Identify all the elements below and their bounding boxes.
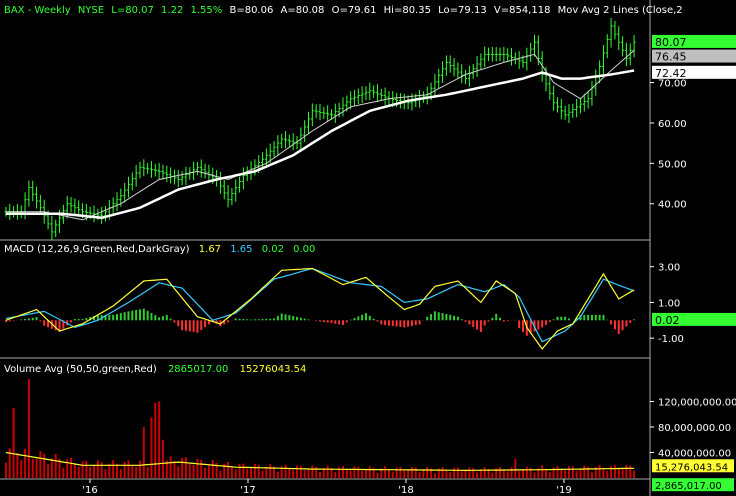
- macd-label: 0.02: [655, 314, 680, 327]
- x-tick-label: '16: [82, 485, 97, 496]
- volume-avg-label: 15,276,043.54: [655, 462, 728, 473]
- exchange: NYSE: [78, 5, 104, 16]
- symbol: BAX: [4, 5, 25, 16]
- fast-moving-average: [5, 49, 635, 221]
- signal-value: 1.65: [230, 244, 252, 255]
- price-tick-label: 70.00: [658, 79, 687, 90]
- volume-avg-value: 15276043.54: [240, 364, 307, 375]
- low: Lo=79.13: [438, 5, 487, 16]
- volume-title: Volume Avg (50,50,green,Red): [4, 364, 157, 375]
- volume-header: Volume Avg (50,50,green,Red) 2865017.00 …: [4, 364, 306, 375]
- open: O=79.61: [332, 5, 377, 16]
- period: Weekly: [35, 5, 71, 16]
- volume-average-line: [5, 451, 635, 472]
- macd-panel[interactable]: 3.00 1.00 -1.00 0.02: [0, 263, 736, 359]
- macd-value: 1.67: [199, 244, 221, 255]
- x-tick-label: '18: [398, 485, 413, 496]
- price-tick-label: 40.00: [658, 200, 687, 211]
- price-label-1: 76.45: [655, 51, 687, 64]
- price-label-2: 72.42: [655, 67, 687, 80]
- price-label-0: 80.07: [655, 36, 687, 49]
- signal-line: [5, 267, 635, 343]
- hist-value: 0.02: [262, 244, 284, 255]
- volume: V=854,118: [494, 5, 551, 16]
- change: 1.22: [161, 5, 183, 16]
- stock-chart[interactable]: 40.00 50.00 60.00 70.00 80.07 76.45 72.42 3.00…: [0, 0, 736, 496]
- macd-tick-label: 1.00: [658, 298, 680, 309]
- high: Hi=80.35: [384, 5, 431, 16]
- price-tick-label: 50.00: [658, 159, 687, 170]
- volume-panel[interactable]: 120,000,000.00 80,000,000.00 40,000,000.00…: [0, 379, 736, 496]
- change-pct: 1.55%: [191, 5, 223, 16]
- macd-tick-label: -1.00: [658, 334, 684, 345]
- ask: A=80.08: [281, 5, 325, 16]
- study-title: Mov Avg 2 Lines (Close,2: [558, 5, 683, 16]
- x-tick-label: '17: [240, 485, 255, 496]
- macd-header: MACD (12,26,9,Green,Red,DarkGray) 1.67 1…: [4, 244, 315, 255]
- price-tick-label: 60.00: [658, 119, 687, 130]
- slow-moving-average: [5, 69, 635, 220]
- bid: B=80.06: [229, 5, 273, 16]
- macd-title: MACD (12,26,9,Green,Red,DarkGray): [4, 244, 190, 255]
- volume-value: 2865017.00: [168, 364, 228, 375]
- macd-tick-label: 3.00: [658, 263, 680, 274]
- volume-label: 2,865,017.00: [655, 481, 722, 492]
- last-price: L=80.07: [111, 5, 154, 16]
- volume-tick-label: 120,000,000.00: [658, 398, 736, 409]
- volume-tick-label: 80,000,000.00: [658, 423, 731, 434]
- x-tick-label: '19: [556, 485, 571, 496]
- zero-value: 0.00: [293, 244, 315, 255]
- volume-tick-label: 40,000,000.00: [658, 449, 731, 460]
- price-header: BAX - Weekly NYSE L=80.07 1.22 1.55% B=8…: [4, 5, 683, 16]
